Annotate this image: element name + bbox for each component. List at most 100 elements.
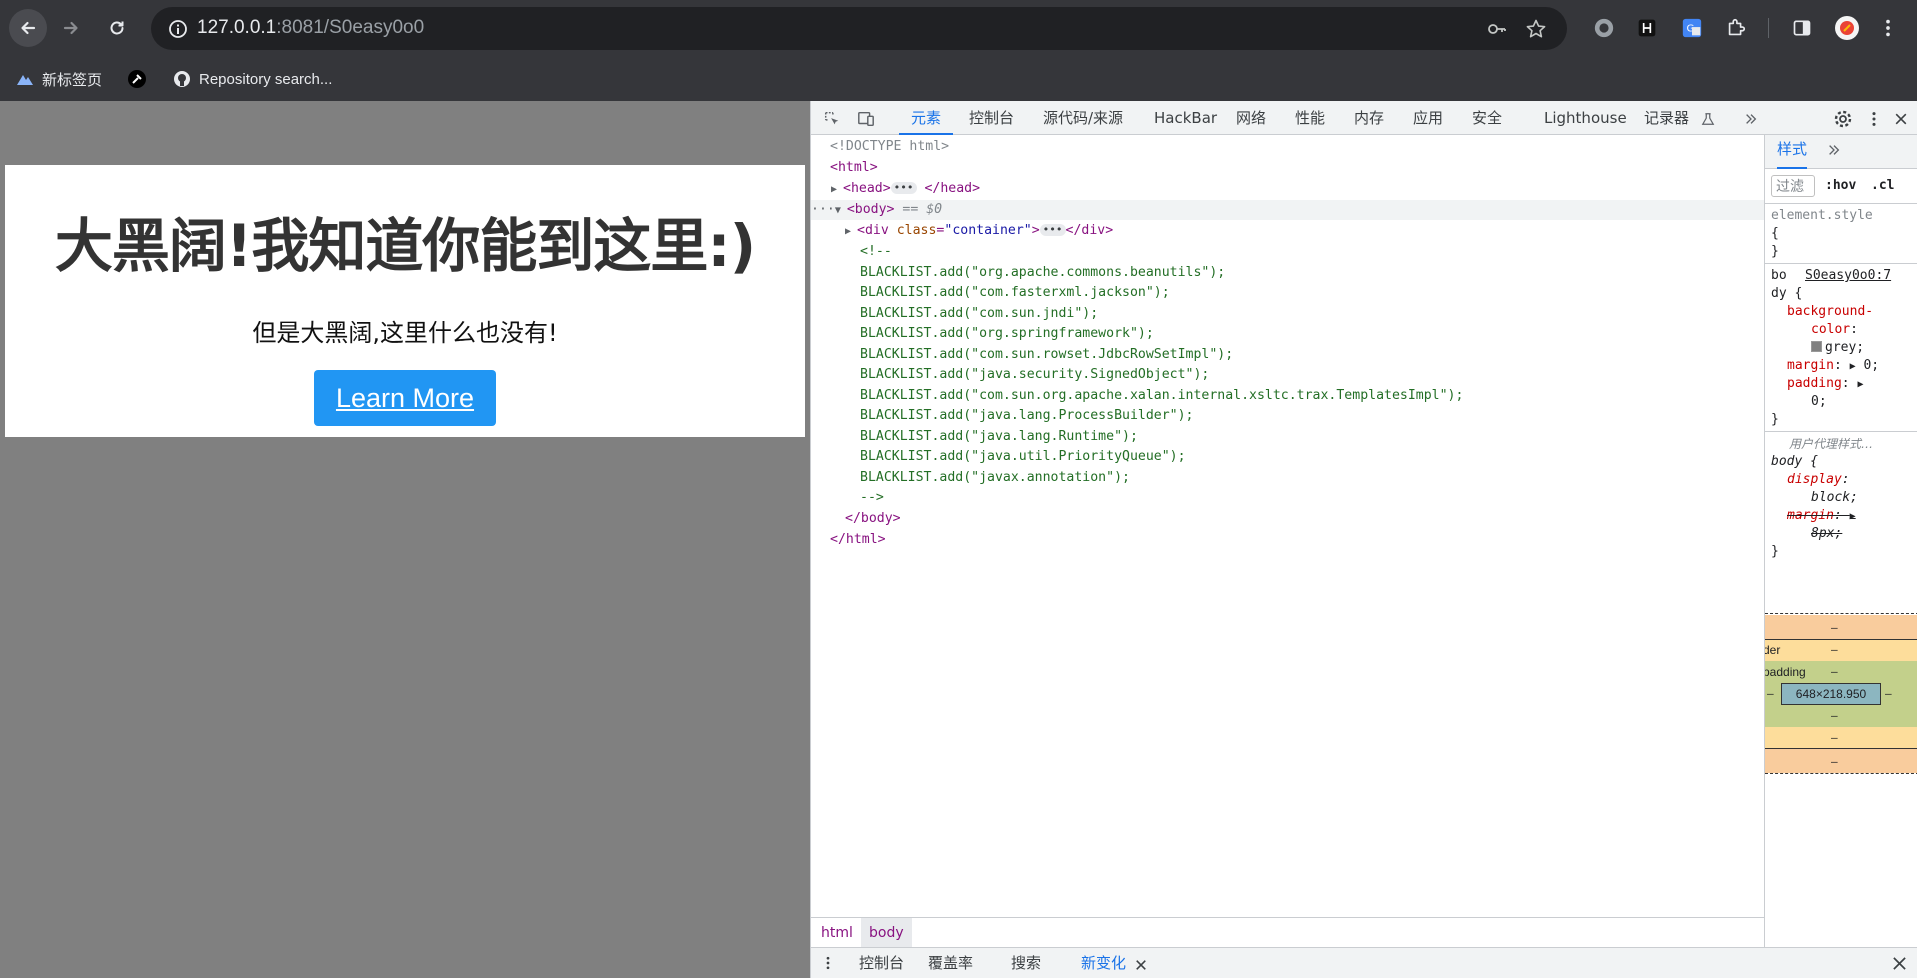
dom-div-container[interactable]: ▶ <div class="container"> ••• </div> bbox=[845, 221, 1113, 241]
drawer-menu-icon[interactable] bbox=[824, 954, 832, 976]
styles-more-chevron-icon[interactable] bbox=[1827, 143, 1841, 161]
breadcrumb-body[interactable]: body bbox=[861, 918, 912, 948]
dom-comment-line: BLACKLIST.add("com.fasterxml.jackson"); bbox=[860, 285, 1170, 300]
tab-console[interactable]: 控制台 bbox=[969, 101, 1014, 135]
tab-memory[interactable]: 内存 bbox=[1354, 101, 1384, 135]
styles-filter-input[interactable]: 过滤 bbox=[1771, 175, 1815, 197]
more-tabs-chevron-icon[interactable] bbox=[1740, 108, 1762, 130]
reload-button[interactable] bbox=[98, 9, 136, 47]
cls-toggle[interactable]: .cl bbox=[1871, 177, 1894, 195]
box-model-content[interactable]: 648×218.950 bbox=[1781, 683, 1881, 705]
expand-triangle-icon[interactable]: ▶ bbox=[1850, 361, 1856, 372]
box-padding-right-value[interactable]: – bbox=[1885, 685, 1892, 703]
dom-body-node[interactable]: ···▼ <body> == $0 bbox=[811, 200, 1764, 220]
translate-icon[interactable]: G bbox=[1680, 16, 1704, 40]
tab-performance[interactable]: 性能 bbox=[1295, 101, 1325, 135]
bookmark-new-tab[interactable]: 新标签页 bbox=[16, 67, 102, 91]
extensions-puzzle-icon[interactable] bbox=[1724, 16, 1748, 40]
profile-avatar[interactable] bbox=[1835, 16, 1859, 40]
settings-gear-icon[interactable] bbox=[1832, 108, 1854, 130]
bookmark-tool[interactable] bbox=[128, 67, 146, 91]
box-padding-label: padding bbox=[1764, 665, 1806, 679]
tool-icon bbox=[128, 70, 146, 88]
drawer-tab-console[interactable]: 控制台 bbox=[859, 948, 904, 978]
expand-triangle-icon[interactable]: ▶ bbox=[845, 222, 857, 242]
flask-icon bbox=[1697, 108, 1719, 130]
dom-doctype[interactable]: <!DOCTYPE html> bbox=[830, 137, 949, 157]
tab-security[interactable]: 安全 bbox=[1472, 101, 1502, 135]
tab-elements[interactable]: 元素 bbox=[898, 101, 954, 135]
collapsed-ellipsis-icon[interactable]: ••• bbox=[1039, 224, 1066, 236]
display-value: block; bbox=[1811, 490, 1858, 505]
bg-color-value[interactable]: grey; bbox=[1811, 339, 1864, 357]
browser-menu-icon[interactable] bbox=[1876, 16, 1900, 40]
box-padding-left-value[interactable]: – bbox=[1767, 685, 1774, 703]
collapse-triangle-icon[interactable]: ▼ bbox=[835, 201, 847, 221]
forward-button[interactable] bbox=[52, 9, 90, 47]
tab-lighthouse[interactable]: Lighthouse bbox=[1544, 101, 1627, 135]
expand-triangle-icon[interactable]: ▶ bbox=[1857, 379, 1863, 390]
key-icon[interactable] bbox=[1486, 18, 1508, 40]
brace: } bbox=[1771, 244, 1779, 259]
dom-comment-line: BLACKLIST.add("java.security.SignedObjec… bbox=[860, 367, 1210, 382]
drawer-tab-changes[interactable]: 新变化 bbox=[1081, 948, 1126, 978]
close-tab-icon[interactable] bbox=[1135, 957, 1147, 975]
extension-circle-icon[interactable] bbox=[1592, 16, 1616, 40]
box-padding-bottom-value[interactable]: – bbox=[1831, 707, 1838, 725]
box-border-top-value[interactable]: – bbox=[1831, 641, 1838, 659]
learn-more-button[interactable]: Learn More bbox=[314, 370, 496, 426]
bookmark-repository-search[interactable]: Repository search... bbox=[173, 67, 332, 91]
inspect-element-icon[interactable] bbox=[821, 108, 843, 130]
mountain-icon bbox=[16, 70, 34, 88]
address-bar[interactable]: 127.0.0.1:8081/S0easy0o0 bbox=[151, 7, 1567, 50]
bg-color-prop[interactable]: background- bbox=[1787, 303, 1873, 321]
brace: } bbox=[1771, 412, 1779, 427]
close-devtools-icon[interactable] bbox=[1890, 108, 1912, 130]
page-subtext: 但是大黑阔,这里什么也没有! bbox=[252, 319, 558, 347]
tab-network[interactable]: 网络 bbox=[1236, 101, 1266, 135]
box-border-bottom-value[interactable]: – bbox=[1831, 729, 1838, 747]
expand-triangle-icon[interactable]: ▶ bbox=[831, 180, 843, 200]
dom-body-close[interactable]: </body> bbox=[845, 509, 901, 529]
box-margin-bottom-value[interactable]: – bbox=[1831, 753, 1838, 771]
hov-toggle[interactable]: :hov bbox=[1825, 177, 1856, 195]
devtools-menu-icon[interactable] bbox=[1863, 108, 1885, 130]
padding-value[interactable]: 0; bbox=[1811, 393, 1827, 411]
color-swatch[interactable] bbox=[1811, 341, 1822, 352]
drawer-tab-search[interactable]: 搜索 bbox=[1011, 948, 1041, 978]
dom-comment-line: BLACKLIST.add("org.springframework"); bbox=[860, 326, 1154, 341]
box-margin-top-value[interactable]: – bbox=[1831, 619, 1838, 637]
tab-sources[interactable]: 源代码/来源 bbox=[1043, 101, 1123, 135]
breadcrumb-html[interactable]: html bbox=[813, 918, 861, 948]
bg-color-prop[interactable]: color: bbox=[1811, 321, 1858, 339]
rule-selector: dy { bbox=[1771, 286, 1803, 301]
divider bbox=[1765, 431, 1917, 432]
dom-html-close[interactable]: </html> bbox=[830, 530, 886, 550]
close-drawer-icon[interactable] bbox=[1892, 956, 1907, 975]
bookmark-star-icon[interactable] bbox=[1525, 18, 1547, 40]
tab-styles[interactable]: 样式 bbox=[1777, 135, 1808, 169]
dom-head-node[interactable]: ▶ <head> ••• </head> bbox=[831, 179, 980, 199]
box-padding-top-value[interactable]: – bbox=[1831, 663, 1838, 681]
side-panel-icon[interactable] bbox=[1790, 16, 1814, 40]
tab-application[interactable]: 应用 bbox=[1413, 101, 1443, 135]
margin-prop[interactable]: margin: ▶ 0; bbox=[1787, 357, 1879, 375]
collapsed-ellipsis-icon[interactable]: ••• bbox=[890, 182, 917, 194]
dom-html-open[interactable]: <html> bbox=[830, 158, 878, 178]
site-info-icon[interactable] bbox=[167, 18, 189, 40]
dom-comment-line: BLACKLIST.add("com.sun.rowset.JdbcRowSet… bbox=[860, 347, 1234, 362]
device-toolbar-icon[interactable] bbox=[855, 108, 877, 130]
rule-source-link[interactable]: S0easy0o0:7 bbox=[1805, 267, 1891, 285]
page-container: 大黑阔!我知道你能到这里:) 但是大黑阔,这里什么也没有! Learn More bbox=[5, 165, 805, 437]
tab-hackbar[interactable]: HackBar bbox=[1154, 101, 1217, 135]
back-button[interactable] bbox=[9, 9, 47, 47]
element-style-selector: element.style bbox=[1771, 208, 1873, 223]
drawer-tab-coverage[interactable]: 覆盖率 bbox=[928, 948, 973, 978]
dom-comment-line: BLACKLIST.add("com.sun.jndi"); bbox=[860, 306, 1099, 321]
padding-prop[interactable]: padding: ▶ bbox=[1787, 375, 1863, 393]
dom-comment-open[interactable]: <!-- bbox=[860, 242, 892, 262]
styles-tab-bar: 样式 bbox=[1765, 135, 1917, 169]
brace: { bbox=[1771, 226, 1779, 241]
tab-recorder[interactable]: 记录器 bbox=[1644, 101, 1689, 135]
extension-letter-icon[interactable] bbox=[1635, 16, 1659, 40]
